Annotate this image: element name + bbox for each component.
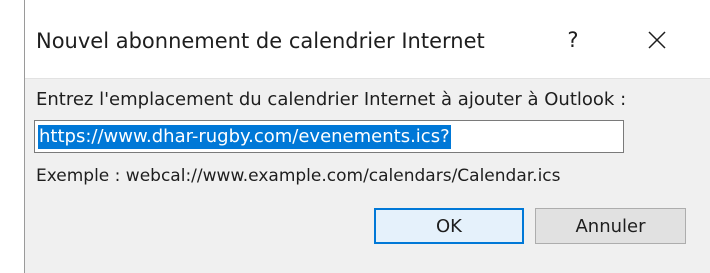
- dialog-title: Nouvel abonnement de calendrier Internet: [36, 29, 485, 53]
- ok-button[interactable]: OK: [374, 208, 524, 244]
- calendar-url-value[interactable]: https://www.dhar-rugby.com/evenements.ic…: [38, 124, 451, 149]
- cancel-button[interactable]: Annuler: [535, 208, 686, 244]
- dialog-body: Entrez l'emplacement du calendrier Inter…: [25, 78, 710, 273]
- location-prompt-label: Entrez l'emplacement du calendrier Inter…: [36, 89, 627, 110]
- dialog-titlebar: Nouvel abonnement de calendrier Internet…: [25, 0, 710, 78]
- subscription-dialog: Nouvel abonnement de calendrier Internet…: [24, 0, 710, 273]
- example-hint: Exemple : webcal://www.example.com/calen…: [36, 166, 561, 186]
- close-button[interactable]: [637, 22, 677, 58]
- close-icon: [648, 31, 666, 49]
- help-button[interactable]: ?: [553, 22, 593, 58]
- calendar-url-input[interactable]: https://www.dhar-rugby.com/evenements.ic…: [34, 120, 624, 153]
